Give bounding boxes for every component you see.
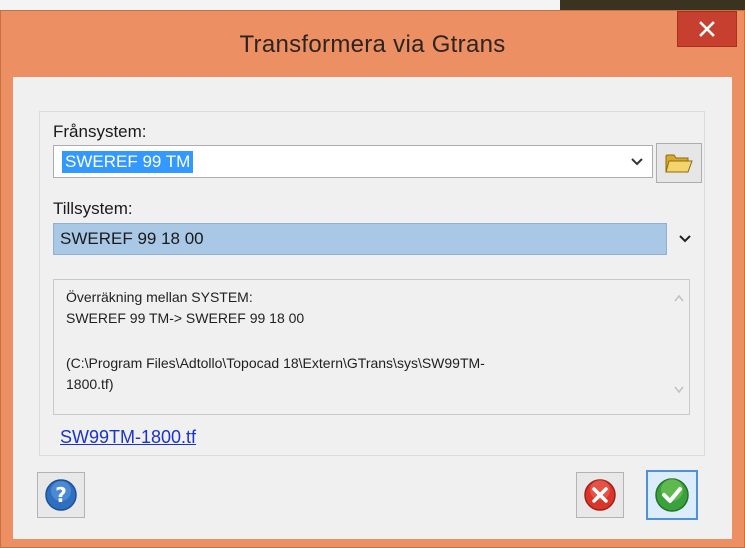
to-system-value: SWEREF 99 18 00 [60, 229, 204, 248]
folder-icon [665, 154, 693, 173]
ok-icon [655, 478, 689, 512]
chevron-down-icon[interactable] [678, 232, 692, 246]
scroll-up-icon[interactable] [674, 294, 684, 302]
window-title: Transformera via Gtrans [239, 31, 506, 58]
svg-text:?: ? [55, 483, 67, 507]
help-icon: ? [45, 479, 77, 511]
from-system-value: SWEREF 99 TM [62, 151, 194, 173]
transformation-info-textbox[interactable]: Överräkning mellan SYSTEM: SWEREF 99 TM-… [53, 279, 690, 415]
info-line: 1800.tf) [66, 376, 114, 392]
close-icon [699, 21, 715, 37]
ok-button[interactable] [646, 470, 698, 520]
browse-folder-button[interactable] [656, 143, 702, 183]
to-system-label: Tillsystem: [53, 199, 133, 218]
cancel-button[interactable] [576, 472, 624, 518]
vertical-scrollbar[interactable] [669, 280, 689, 414]
title-bar[interactable]: Transformera via Gtrans [1, 11, 744, 77]
info-line: (C:\Program Files\Adtollo\Topocad 18\Ext… [66, 355, 485, 371]
info-line: Överräkning mellan SYSTEM: [66, 289, 253, 305]
help-button[interactable]: ? [37, 472, 85, 518]
chevron-down-icon [631, 158, 643, 166]
cancel-icon [584, 479, 616, 511]
close-button[interactable] [677, 11, 737, 47]
from-system-label: Frånsystem: [53, 122, 147, 141]
transformation-file-link[interactable]: SW99TM-1800.tf [60, 427, 196, 448]
from-system-combobox[interactable]: SWEREF 99 TM [53, 145, 653, 178]
info-line: SWEREF 99 TM-> SWEREF 99 18 00 [66, 310, 305, 326]
dialog-client-area: Frånsystem: SWEREF 99 TM Tillsystem: SWE… [13, 77, 732, 539]
dialog-window: Transformera via Gtrans Frånsystem: SWER… [0, 10, 745, 548]
scroll-down-icon[interactable] [674, 386, 684, 394]
to-system-combobox[interactable]: SWEREF 99 18 00 [53, 223, 667, 255]
